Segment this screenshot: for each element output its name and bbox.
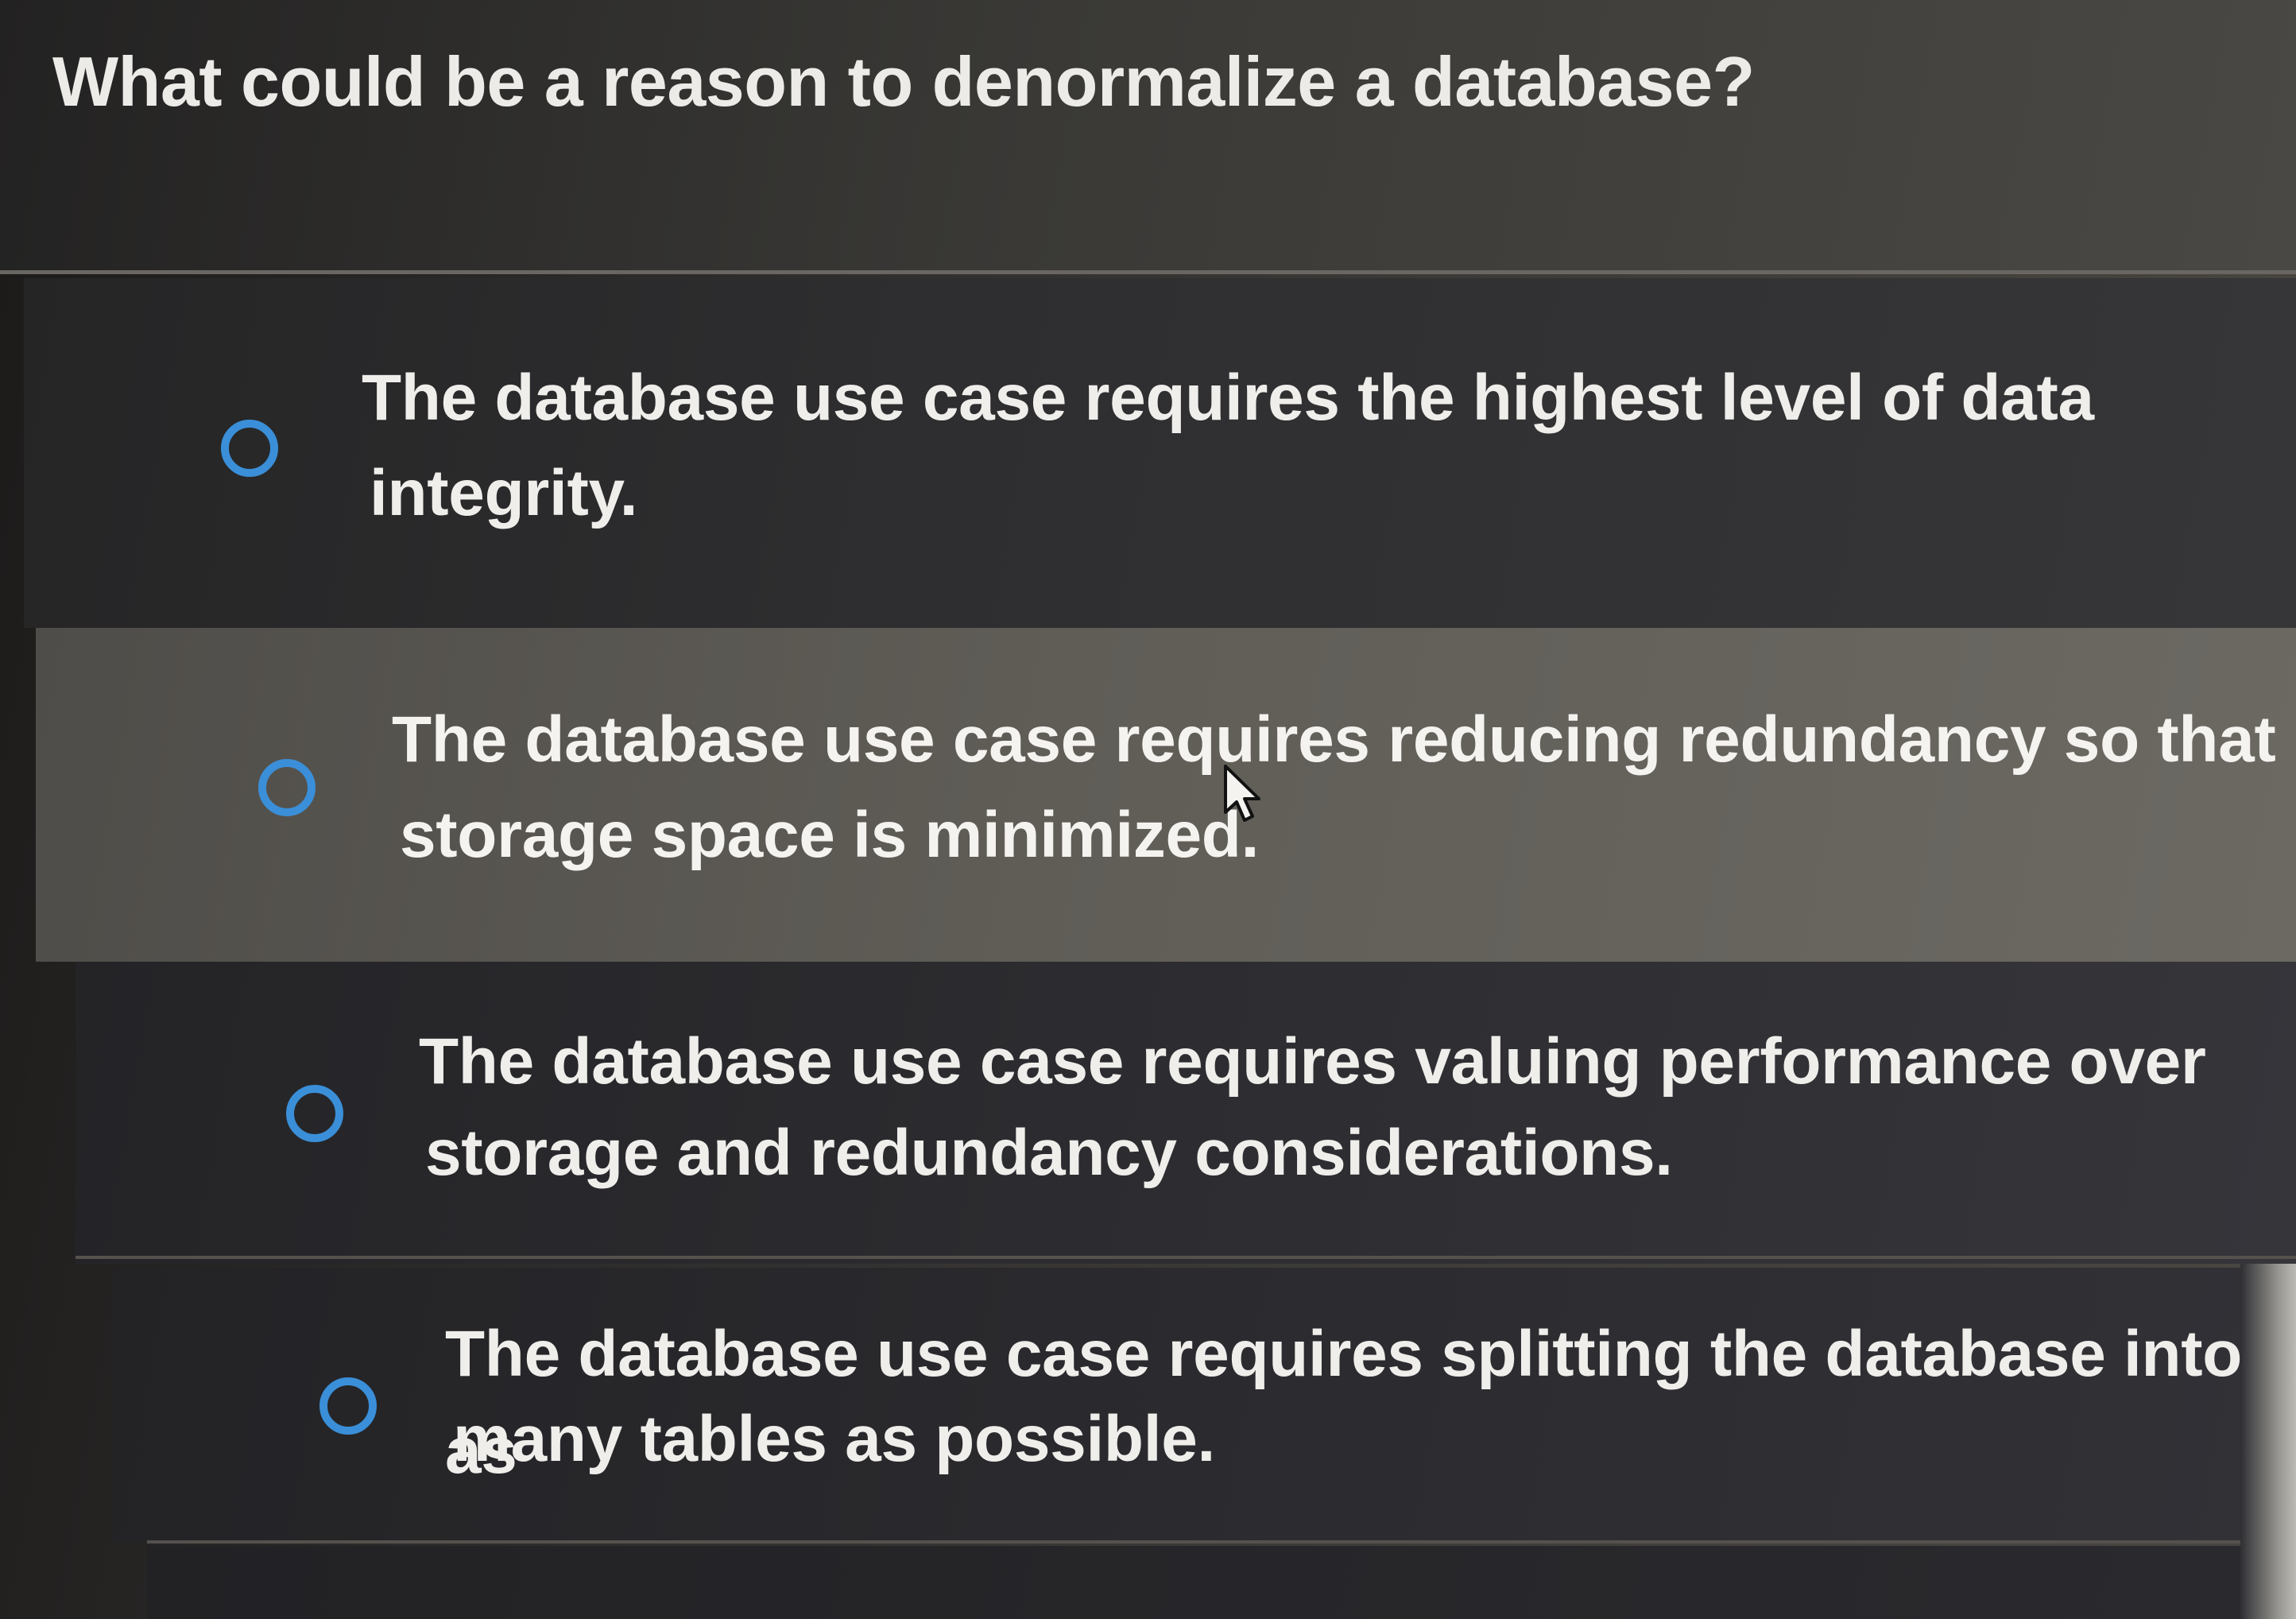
mouse-pointer-icon (1224, 765, 1260, 822)
answer-option-2[interactable]: The database use case requires reducing … (36, 628, 2296, 962)
question-header: What could be a reason to denormalize a … (0, 0, 2296, 274)
answer-option-partial (147, 1546, 2245, 1619)
answer-option-1-line-1: The database use case requires the highe… (362, 362, 2094, 434)
question-text: What could be a reason to denormalize a … (52, 42, 1755, 121)
answer-option-4-line-2: many tables as possible. (453, 1403, 1215, 1475)
radio-unchecked-icon[interactable] (319, 1377, 377, 1435)
row-divider (76, 1256, 2296, 1259)
answer-option-2-line-1: The database use case requires reducing … (392, 703, 2276, 776)
answer-option-2-line-2: storage space is minimized. (400, 799, 1260, 871)
question-divider (0, 270, 2296, 274)
radio-unchecked-icon[interactable] (258, 759, 316, 816)
quiz-screen: What could be a reason to denormalize a … (0, 0, 2296, 1619)
row-divider (147, 1540, 2245, 1543)
answer-option-3-line-1: The database use case requires valuing p… (419, 1025, 2206, 1098)
answer-option-3[interactable]: The database use case requires valuing p… (76, 962, 2296, 1264)
radio-unchecked-icon[interactable] (221, 420, 278, 477)
screen-bezel-edge (2240, 1264, 2296, 1619)
answer-option-1[interactable]: The database use case requires the highe… (24, 278, 2296, 628)
answer-option-4[interactable]: The database use case requires splitting… (111, 1268, 2257, 1542)
answer-option-3-line-2: storage and redundancy considerations. (425, 1117, 1673, 1189)
answer-option-1-line-2: integrity. (370, 457, 638, 529)
radio-unchecked-icon[interactable] (286, 1085, 343, 1142)
